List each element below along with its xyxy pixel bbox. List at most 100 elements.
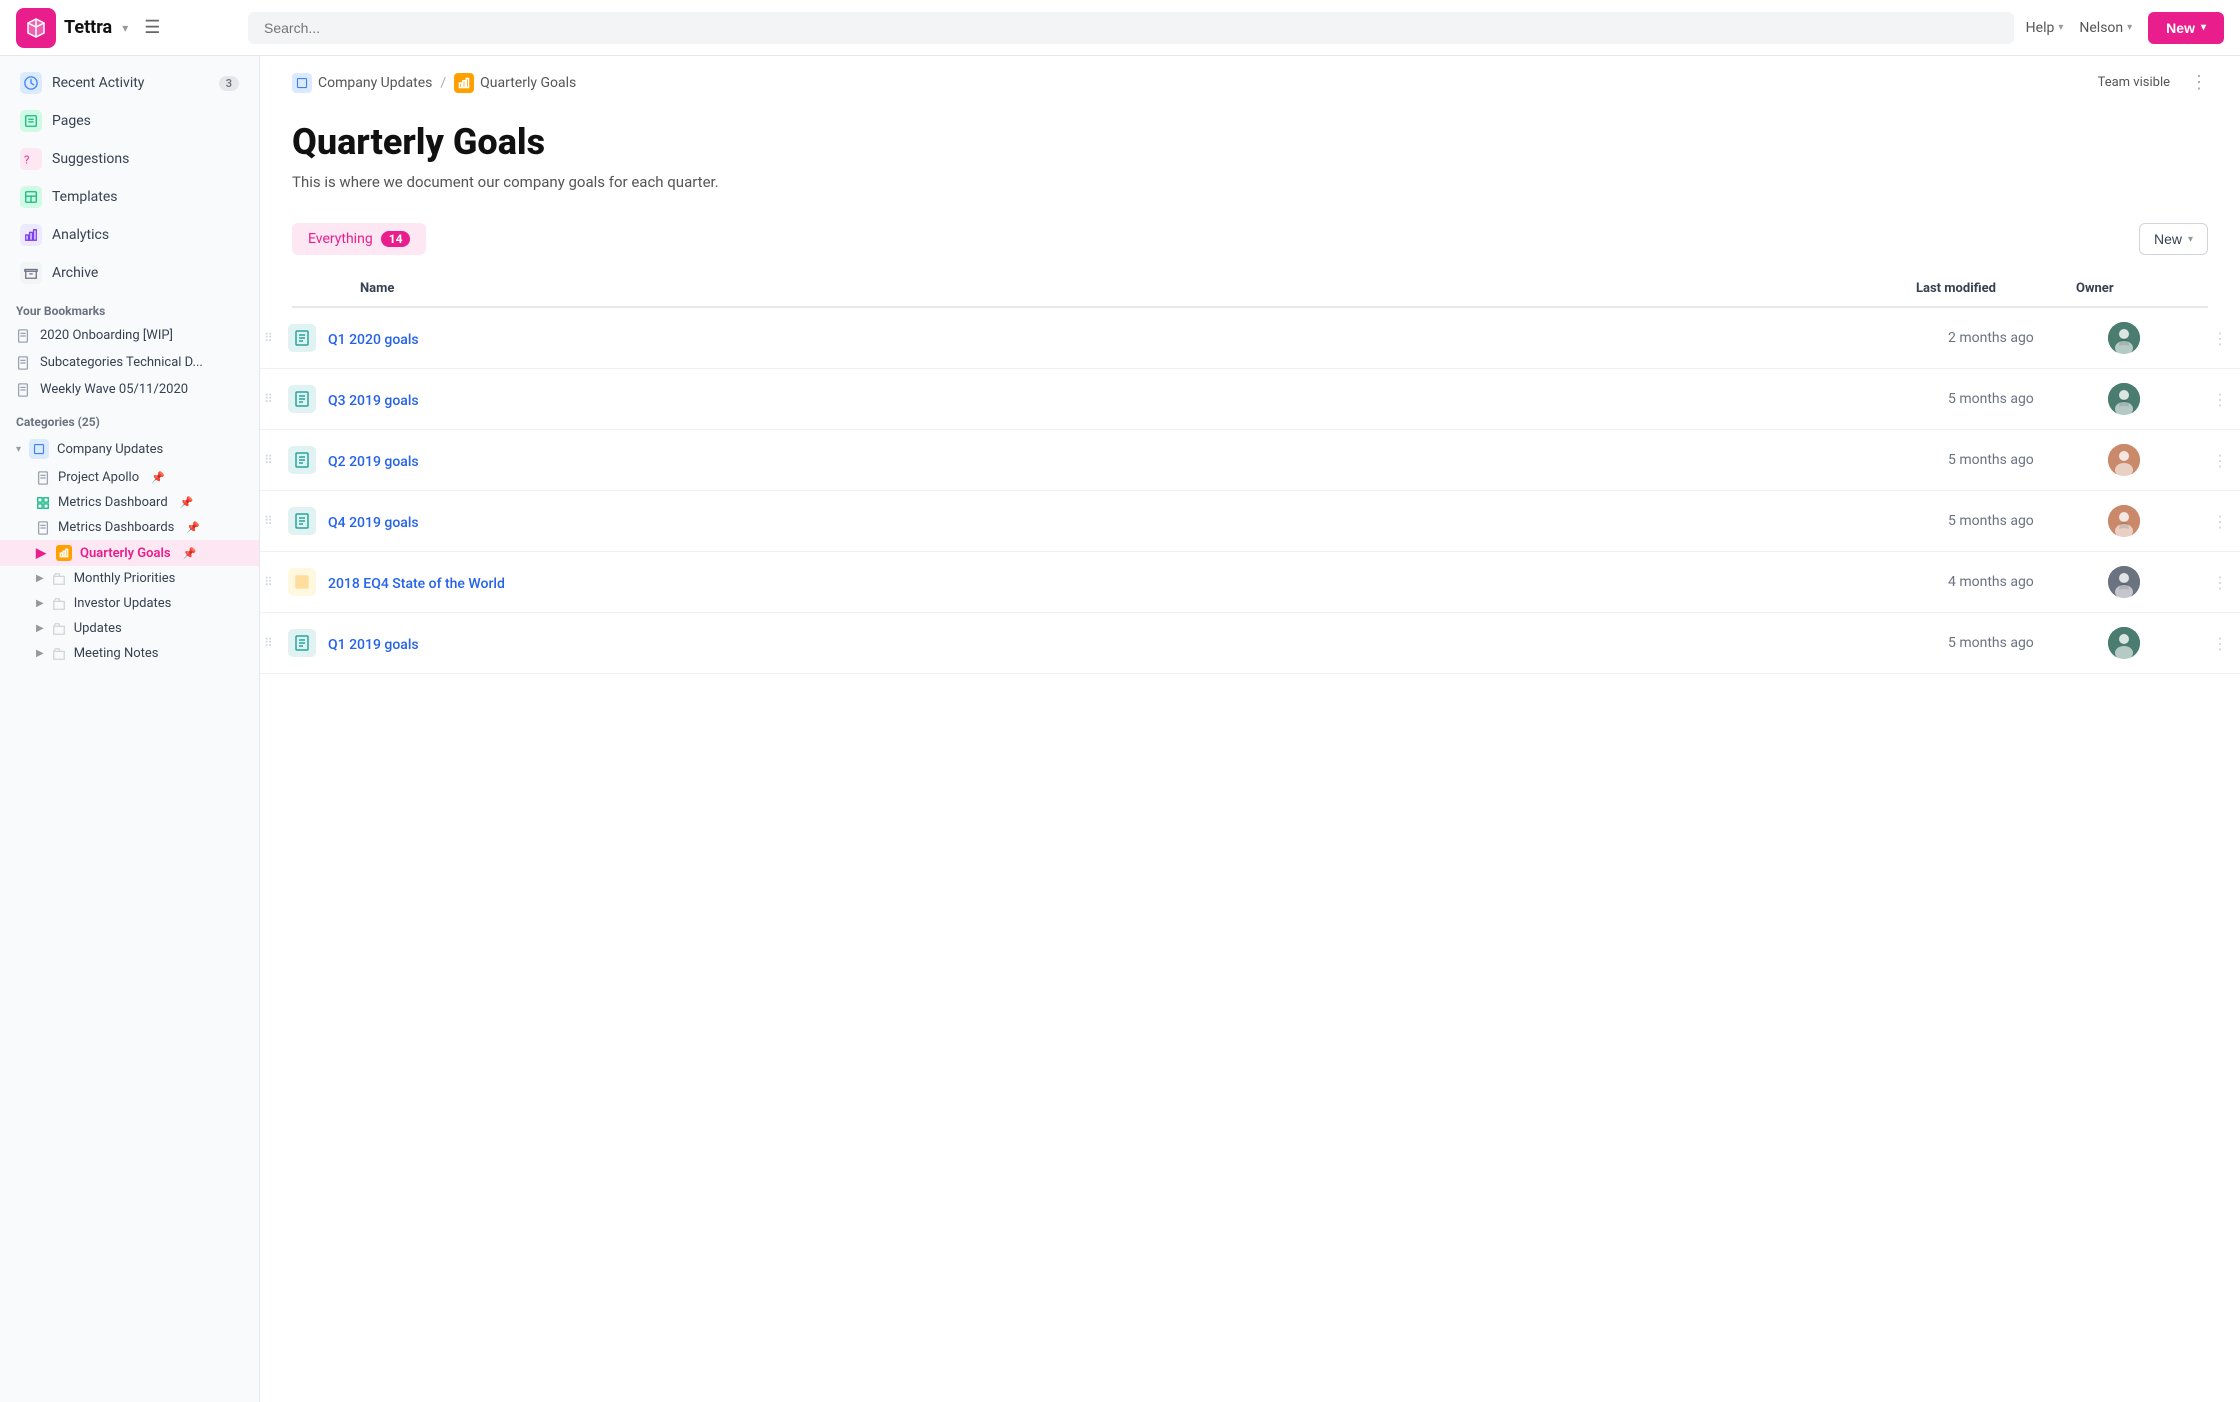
row-actions-button[interactable]: ⋮	[2200, 329, 2240, 348]
row-actions-button[interactable]: ⋮	[2200, 512, 2240, 531]
table-row: ⠿ 2018 EQ4 State of the World 4 months a…	[260, 552, 2240, 613]
more-options-button[interactable]: ⋮	[2190, 72, 2208, 93]
logo-area: Tettra ▾ ☰	[16, 8, 236, 48]
row-owner	[2100, 430, 2200, 490]
category-item-project-apollo[interactable]: Project Apollo 📌	[0, 465, 259, 490]
table-row: ⠿ Q1 2019 goals 5 months ago ⋮	[260, 613, 2240, 674]
drag-handle[interactable]: ⠿	[260, 514, 284, 528]
suggestions-icon: ?	[20, 148, 42, 170]
user-menu-button[interactable]: Nelson ▾	[2079, 20, 2132, 36]
breadcrumb: Company Updates / Quarterly Goals	[292, 73, 576, 93]
new-chevron-icon: ▾	[2201, 22, 2206, 33]
doc-teal-icon	[288, 629, 316, 657]
row-doc-icon	[284, 442, 320, 478]
pages-icon	[20, 110, 42, 132]
folder-icon	[52, 572, 66, 586]
category-item-investor-updates[interactable]: ▶ Investor Updates	[0, 591, 259, 616]
new-doc-chevron-icon: ▾	[2188, 234, 2193, 245]
sidebar-item-archive[interactable]: Archive	[4, 254, 255, 292]
pin-icon: 📌	[183, 547, 197, 560]
chevron-down-icon: ▾	[16, 444, 21, 455]
row-owner	[2100, 369, 2200, 429]
content-area: Company Updates / Quarterly Goals Team v…	[260, 56, 2240, 1402]
drag-handle[interactable]: ⠿	[260, 636, 284, 650]
row-name[interactable]: Q1 2019 goals	[320, 620, 1940, 667]
doc-icon	[16, 383, 30, 397]
category-item-metrics-dashboards[interactable]: Metrics Dashboards 📌	[0, 515, 259, 540]
sidebar-item-templates[interactable]: Templates	[4, 178, 255, 216]
category-item-updates[interactable]: ▶ Updates	[0, 616, 259, 641]
row-name[interactable]: Q1 2020 goals	[320, 315, 1940, 362]
table-row: ⠿ Q2 2019 goals 5 months ago ⋮	[260, 430, 2240, 491]
row-actions-button[interactable]: ⋮	[2200, 573, 2240, 592]
owner-column-header: Owner	[2068, 281, 2168, 296]
avatar	[2108, 322, 2140, 354]
category-item-quarterly-goals[interactable]: ▶ Quarterly Goals 📌	[0, 540, 259, 566]
logo-icon[interactable]	[16, 8, 56, 48]
search-input[interactable]	[248, 12, 2014, 44]
category-item-metrics-dashboard[interactable]: Metrics Dashboard 📌	[0, 490, 259, 515]
bookmark-item[interactable]: Subcategories Technical D...	[0, 349, 259, 376]
filter-count: 14	[381, 231, 411, 247]
row-name[interactable]: Q3 2019 goals	[320, 376, 1940, 423]
doc-orange-icon	[288, 568, 316, 596]
hamburger-icon[interactable]: ☰	[144, 17, 160, 38]
categories-title: Categories (25)	[0, 403, 259, 433]
row-modified: 5 months ago	[1940, 621, 2100, 665]
help-button[interactable]: Help ▾	[2026, 20, 2064, 36]
row-modified: 4 months ago	[1940, 560, 2100, 604]
doc-icon	[16, 329, 30, 343]
bookmark-item[interactable]: Weekly Wave 05/11/2020	[0, 376, 259, 403]
row-doc-icon	[284, 320, 320, 356]
row-modified: 5 months ago	[1940, 438, 2100, 482]
sidebar-item-analytics[interactable]: Analytics	[4, 216, 255, 254]
svg-text:?: ?	[24, 152, 29, 166]
dashboard-icon	[36, 496, 50, 510]
breadcrumb-parent[interactable]: Company Updates	[292, 73, 432, 93]
drag-handle[interactable]: ⠿	[260, 331, 284, 345]
row-modified: 2 months ago	[1940, 316, 2100, 360]
folder-icon	[52, 622, 66, 636]
recent-badge: 3	[219, 76, 239, 91]
row-name[interactable]: Q4 2019 goals	[320, 498, 1940, 545]
row-owner	[2100, 552, 2200, 612]
sidebar: Recent Activity 3 Pages ? Suggestions Te…	[0, 56, 260, 1402]
sidebar-item-pages[interactable]: Pages	[4, 102, 255, 140]
new-button-top[interactable]: New ▾	[2148, 12, 2224, 44]
logo-chevron-icon[interactable]: ▾	[122, 21, 128, 35]
breadcrumb-parent-icon	[292, 73, 312, 93]
row-actions-button[interactable]: ⋮	[2200, 634, 2240, 653]
category-company-updates[interactable]: ▾ Company Updates	[0, 433, 259, 465]
table-row: ⠿ Q3 2019 goals 5 months ago ⋮	[260, 369, 2240, 430]
pin-icon: 📌	[180, 496, 194, 509]
folder-icon	[52, 597, 66, 611]
breadcrumb-separator: /	[440, 75, 446, 91]
filter-tab-everything[interactable]: Everything 14	[292, 223, 426, 255]
row-name[interactable]: Q2 2019 goals	[320, 437, 1940, 484]
breadcrumb-current-icon	[454, 73, 474, 93]
drag-handle[interactable]: ⠿	[260, 575, 284, 589]
category-item-monthly-priorities[interactable]: ▶ Monthly Priorities	[0, 566, 259, 591]
row-owner	[2100, 491, 2200, 551]
drag-handle[interactable]: ⠿	[260, 392, 284, 406]
row-actions-button[interactable]: ⋮	[2200, 451, 2240, 470]
analytics-icon	[20, 224, 42, 246]
doc-icon	[36, 521, 50, 535]
row-name[interactable]: 2018 EQ4 State of the World	[320, 559, 1940, 606]
folder-icon	[52, 647, 66, 661]
sidebar-item-suggestions[interactable]: ? Suggestions	[4, 140, 255, 178]
drag-handle[interactable]: ⠿	[260, 453, 284, 467]
help-chevron-icon: ▾	[2058, 22, 2063, 33]
bookmark-item[interactable]: 2020 Onboarding [WIP]	[0, 322, 259, 349]
document-list: ⠿ Q1 2020 goals 2 months ago ⋮ ⠿	[260, 308, 2240, 674]
company-updates-icon	[29, 439, 49, 459]
doc-icon	[36, 471, 50, 485]
chevron-right-icon: ▶	[36, 623, 44, 634]
category-item-meeting-notes[interactable]: ▶ Meeting Notes	[0, 641, 259, 666]
row-actions-button[interactable]: ⋮	[2200, 390, 2240, 409]
top-nav: Tettra ▾ ☰ Help ▾ Nelson ▾ New ▾	[0, 0, 2240, 56]
templates-icon	[20, 186, 42, 208]
sidebar-item-recent[interactable]: Recent Activity 3	[4, 64, 255, 102]
new-document-button[interactable]: New ▾	[2139, 223, 2208, 255]
nav-right: Help ▾ Nelson ▾ New ▾	[2026, 12, 2224, 44]
